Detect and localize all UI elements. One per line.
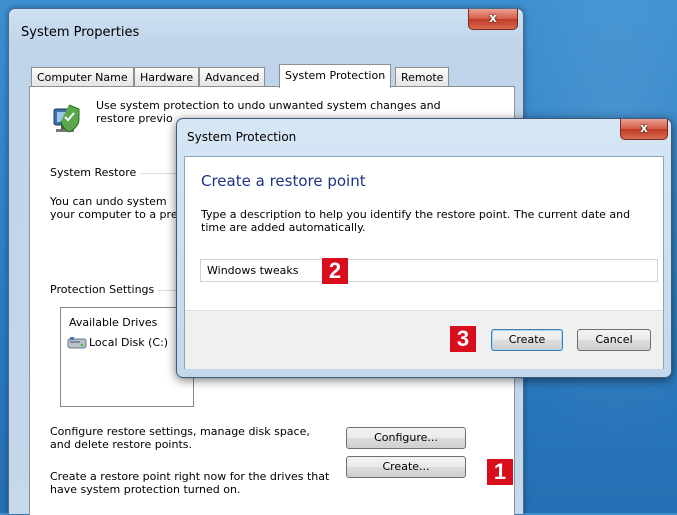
drive-label: Local Disk (C:) <box>89 336 169 349</box>
system-protection-dialog: System Protection x Create a restore poi… <box>176 118 672 378</box>
tab-system-protection[interactable]: System Protection <box>279 64 392 88</box>
dialog-footer: Create Cancel <box>185 310 663 369</box>
tab-hardware[interactable]: Hardware <box>134 67 200 87</box>
configure-button[interactable]: Configure... <box>346 427 466 449</box>
dialog-description-line1: Type a description to help you identify … <box>201 208 631 221</box>
system-restore-text-line1: You can undo system <box>50 195 167 208</box>
dialog-close-button[interactable]: x <box>620 119 668 140</box>
dialog-description-line2: time are added automatically. <box>201 221 366 234</box>
dialog-cancel-button[interactable]: Cancel <box>577 329 651 351</box>
dialog-heading: Create a restore point <box>201 172 366 190</box>
close-icon: x <box>640 121 648 135</box>
restore-point-description-input[interactable]: Windows tweaks <box>200 259 658 282</box>
window-close-button[interactable]: x <box>468 9 518 30</box>
tab-remote[interactable]: Remote <box>395 67 450 87</box>
configure-text-line2: and delete restore points. <box>50 438 192 451</box>
window-title: System Properties <box>21 25 140 40</box>
system-protection-shield-icon <box>53 104 80 133</box>
dialog-body: Create a restore point Type a descriptio… <box>184 156 664 369</box>
dialog-create-button[interactable]: Create <box>491 329 563 351</box>
intro-text-line1: Use system protection to undo unwanted s… <box>96 99 441 112</box>
system-restore-text-line2: your computer to a pre <box>50 208 178 221</box>
marker-2: 2 <box>322 258 348 284</box>
tab-advanced[interactable]: Advanced <box>199 67 266 87</box>
create-restore-point-button[interactable]: Create... <box>346 456 466 478</box>
available-drives-list[interactable]: Available Drives Local Disk (C:) <box>60 307 194 407</box>
protection-settings-label: Protection Settings <box>50 283 159 296</box>
tab-computer-name[interactable]: Computer Name <box>31 67 134 87</box>
hard-drive-icon <box>67 337 87 349</box>
close-icon: x <box>489 11 497 25</box>
intro-text-line2: restore previo <box>96 112 173 125</box>
marker-3: 3 <box>450 326 476 352</box>
create-text-line1: Create a restore point right now for the… <box>50 470 330 483</box>
configure-text-line1: Configure restore settings, manage disk … <box>50 425 310 438</box>
available-drives-header: Available Drives <box>69 316 158 329</box>
marker-1: 1 <box>487 459 513 485</box>
create-text-line2: have system protection turned on. <box>50 483 241 496</box>
system-restore-label: System Restore <box>50 166 141 179</box>
dialog-title: System Protection <box>187 130 297 144</box>
